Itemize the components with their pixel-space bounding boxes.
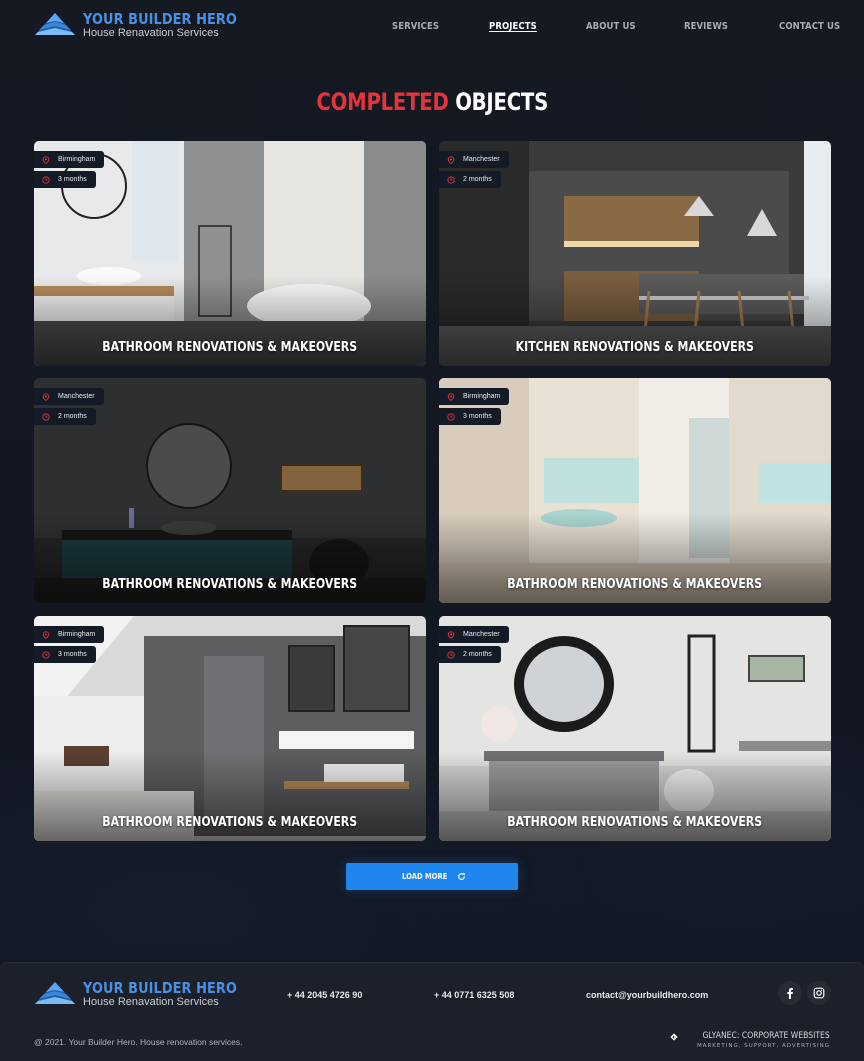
site-footer: YOUR BUILDER HERO House Renavation Servi… [0, 962, 864, 1061]
nav-projects[interactable]: PROJECTS [489, 21, 537, 32]
project-title: BATHROOM RENOVATIONS & MAKEOVERS [507, 577, 763, 592]
location-badge: Manchester [34, 388, 104, 405]
duration-badge: 2 months [34, 408, 96, 425]
instagram-button[interactable] [807, 981, 831, 1005]
location-badge: Birmingham [439, 388, 510, 405]
location-badge: Birmingham [34, 626, 105, 643]
clock-icon [42, 412, 50, 421]
copyright-text: @ 2021. Your Builder Hero. House renovat… [34, 1037, 243, 1047]
facebook-button[interactable] [778, 981, 802, 1005]
location-text: Birmingham [58, 631, 96, 638]
project-card[interactable]: Manchester 2 months BATHROOM RENOVATIONS… [34, 378, 426, 603]
map-pin-icon [447, 630, 455, 639]
project-title: BATHROOM RENOVATIONS & MAKEOVERS [507, 815, 763, 830]
credit-subtitle: MARKETING, SUPPORT, ADVERTISING [696, 1043, 830, 1049]
clock-icon [42, 650, 50, 659]
section-title: COMPLETED OBJECTS [0, 88, 864, 116]
location-text: Birmingham [58, 156, 96, 163]
footer-brand-logo[interactable]: YOUR BUILDER HERO House Renavation Servi… [34, 980, 262, 1008]
roof-logo-icon [35, 982, 75, 1004]
section-title-rest: OBJECTS [454, 88, 548, 116]
clock-icon [42, 175, 50, 184]
project-title: BATHROOM RENOVATIONS & MAKEOVERS [102, 577, 358, 592]
instagram-icon [813, 987, 825, 999]
footer-brand-subtitle: House Renavation Services [83, 995, 219, 1008]
nav-reviews[interactable]: REVIEWS [684, 21, 728, 32]
load-more-label: LOAD MORE [401, 872, 448, 881]
credit-title: GLYANEC: CORPORATE WEBSITES [702, 1031, 830, 1041]
project-card[interactable]: Manchester 2 months BATHROOM RENOVATIONS… [439, 616, 831, 841]
duration-text: 3 months [58, 176, 87, 183]
main-nav: SERVICES PROJECTS ABOUT US REVIEWS CONTA… [0, 21, 864, 35]
map-pin-icon [447, 155, 455, 164]
location-badge: Manchester [439, 626, 509, 643]
map-pin-icon [42, 630, 50, 639]
duration-badge: 3 months [439, 408, 501, 425]
glyanec-logo-icon [670, 1032, 678, 1041]
project-title: KITCHEN RENOVATIONS & MAKEOVERS [515, 340, 755, 355]
project-card[interactable]: Birmingham 3 months BATHROOM RENOVATIONS… [34, 141, 426, 366]
site-header: YOUR BUILDER HERO House Renavation Servi… [0, 0, 864, 55]
clock-icon [447, 412, 455, 421]
duration-text: 3 months [58, 651, 87, 658]
duration-text: 2 months [463, 176, 492, 183]
nav-about-us[interactable]: ABOUT US [586, 21, 636, 32]
section-title-accent: COMPLETED [316, 88, 449, 116]
load-more-button[interactable]: LOAD MORE [346, 863, 518, 890]
location-badge: Birmingham [34, 151, 105, 168]
phone-link-1[interactable]: + 44 2045 4726 90 [287, 990, 362, 1000]
location-text: Birmingham [463, 393, 501, 400]
clock-icon [447, 650, 455, 659]
duration-badge: 2 months [439, 646, 501, 663]
map-pin-icon [42, 392, 50, 401]
location-text: Manchester [463, 156, 500, 163]
project-card[interactable]: Manchester 2 months KITCHEN RENOVATIONS … [439, 141, 831, 366]
phone-link-2[interactable]: + 44 0771 6325 508 [434, 990, 514, 1000]
duration-badge: 2 months [439, 171, 501, 188]
nav-services[interactable]: SERVICES [392, 21, 439, 32]
email-link[interactable]: contact@yourbuildhero.com [586, 990, 708, 1000]
project-card[interactable]: Birmingham 3 months BATHROOM RENOVATIONS… [34, 616, 426, 841]
duration-text: 2 months [58, 413, 87, 420]
duration-badge: 3 months [34, 646, 96, 663]
duration-text: 2 months [463, 651, 492, 658]
location-text: Manchester [463, 631, 500, 638]
project-title: BATHROOM RENOVATIONS & MAKEOVERS [102, 815, 358, 830]
map-pin-icon [447, 392, 455, 401]
duration-badge: 3 months [34, 171, 96, 188]
footer-brand-title: YOUR BUILDER HERO [83, 978, 237, 997]
nav-contact-us[interactable]: CONTACT US [779, 21, 840, 32]
clock-icon [447, 175, 455, 184]
project-title: BATHROOM RENOVATIONS & MAKEOVERS [102, 340, 358, 355]
duration-text: 3 months [463, 413, 492, 420]
location-text: Manchester [58, 393, 95, 400]
developer-credit[interactable]: GLYANEC: CORPORATE WEBSITES MARKETING, S… [670, 1032, 830, 1050]
refresh-icon [458, 873, 466, 880]
location-badge: Manchester [439, 151, 509, 168]
map-pin-icon [42, 155, 50, 164]
project-card[interactable]: Birmingham 3 months BATHROOM RENOVATIONS… [439, 378, 831, 603]
facebook-icon [787, 988, 793, 999]
